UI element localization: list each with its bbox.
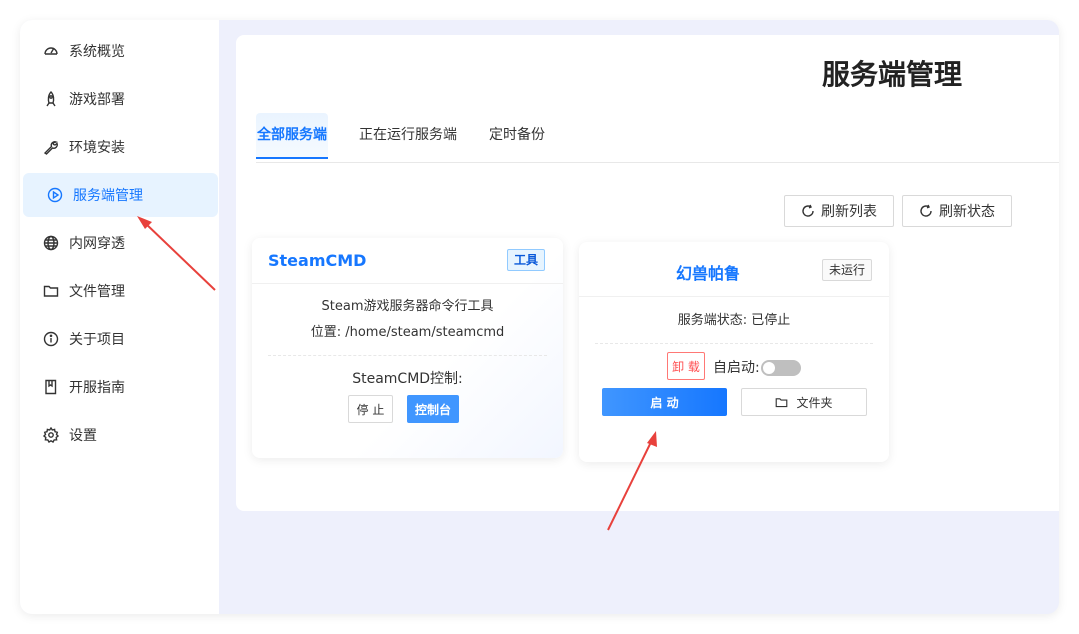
folder-button[interactable]: 文件夹 bbox=[741, 388, 867, 416]
control-label: SteamCMD控制: bbox=[352, 371, 463, 387]
card-header: SteamCMD 工具 bbox=[252, 238, 563, 284]
refresh-list-label: 刷新列表 bbox=[821, 204, 877, 220]
console-button[interactable]: 控制台 bbox=[407, 395, 459, 423]
folder-button-label: 文件夹 bbox=[796, 395, 833, 410]
gear-icon bbox=[43, 427, 59, 443]
sidebar-item-intranet[interactable]: 内网穿透 bbox=[23, 221, 218, 265]
sidebar-item-label: 系统概览 bbox=[69, 44, 125, 60]
sidebar-item-label: 服务端管理 bbox=[73, 188, 143, 204]
start-button[interactable]: 启 动 bbox=[602, 388, 727, 416]
main-panel: 服务端管理 全部服务端 正在运行服务端 定时备份 刷新列表 刷新状态 Steam… bbox=[236, 35, 1059, 511]
sidebar-item-guide[interactable]: 开服指南 bbox=[23, 365, 218, 409]
tab-scheduled-backup[interactable]: 定时备份 bbox=[489, 113, 545, 159]
sidebar-item-label: 环境安装 bbox=[69, 140, 125, 156]
refresh-status-label: 刷新状态 bbox=[939, 204, 995, 220]
server-status: 服务端状态: 已停止 bbox=[677, 313, 791, 328]
folder-icon bbox=[43, 283, 59, 299]
sidebar-item-label: 开服指南 bbox=[69, 380, 125, 396]
divider bbox=[595, 343, 873, 344]
sidebar-item-about[interactable]: 关于项目 bbox=[23, 317, 218, 361]
sidebar-item-settings[interactable]: 设置 bbox=[23, 413, 218, 457]
sidebar-item-deploy[interactable]: 游戏部署 bbox=[23, 77, 218, 121]
sidebar-item-label: 设置 bbox=[69, 428, 97, 444]
globe-icon bbox=[43, 235, 59, 251]
info-icon bbox=[43, 331, 59, 347]
card-header: 幻兽帕鲁 未运行 bbox=[579, 242, 889, 297]
autostart-label: 自启动: bbox=[713, 360, 760, 376]
uninstall-button[interactable]: 卸 载 bbox=[667, 352, 705, 380]
install-location: 位置: /home/steam/steamcmd bbox=[310, 325, 505, 340]
dashboard-icon bbox=[43, 43, 59, 59]
steamcmd-card: SteamCMD 工具 Steam游戏服务器命令行工具 位置: /home/st… bbox=[252, 238, 563, 458]
refresh-icon bbox=[802, 204, 814, 217]
wrench-icon bbox=[43, 139, 59, 155]
autostart-switch[interactable] bbox=[761, 360, 801, 376]
folder-icon bbox=[776, 397, 788, 407]
sidebar-item-file-management[interactable]: 文件管理 bbox=[23, 269, 218, 313]
status-badge: 未运行 bbox=[822, 259, 873, 281]
card-title: 幻兽帕鲁 bbox=[676, 264, 741, 283]
refresh-icon bbox=[920, 204, 932, 217]
stop-button[interactable]: 停 止 bbox=[348, 395, 393, 423]
tab-running-servers[interactable]: 正在运行服务端 bbox=[359, 113, 457, 159]
book-icon bbox=[43, 379, 59, 395]
sidebar-item-label: 内网穿透 bbox=[69, 236, 125, 252]
tab-bar: 全部服务端 正在运行服务端 定时备份 bbox=[256, 113, 1059, 163]
card-description: Steam游戏服务器命令行工具 bbox=[321, 299, 494, 314]
refresh-status-button[interactable]: 刷新状态 bbox=[902, 195, 1012, 227]
refresh-list-button[interactable]: 刷新列表 bbox=[784, 195, 894, 227]
sidebar-item-label: 关于项目 bbox=[69, 332, 125, 348]
rocket-icon bbox=[43, 91, 59, 107]
sidebar-item-env-install[interactable]: 环境安装 bbox=[23, 125, 218, 169]
tab-all-servers[interactable]: 全部服务端 bbox=[256, 113, 328, 159]
sidebar: 系统概览 游戏部署 环境安装 服务端管理 内网穿透 文件管理 关于项目 开服指南… bbox=[20, 20, 219, 614]
play-circle-icon bbox=[47, 187, 63, 203]
app-window: 系统概览 游戏部署 环境安装 服务端管理 内网穿透 文件管理 关于项目 开服指南… bbox=[20, 20, 1059, 614]
card-title: SteamCMD bbox=[268, 251, 367, 270]
sidebar-item-label: 文件管理 bbox=[69, 284, 125, 300]
tool-tag: 工具 bbox=[507, 249, 546, 271]
page-title: 服务端管理 bbox=[822, 58, 963, 91]
sidebar-item-overview[interactable]: 系统概览 bbox=[23, 29, 218, 73]
sidebar-item-label: 游戏部署 bbox=[69, 92, 125, 108]
sidebar-item-server-management[interactable]: 服务端管理 bbox=[23, 173, 218, 217]
palworld-server-card: 幻兽帕鲁 未运行 服务端状态: 已停止 卸 载 自启动: 启 动 文件夹 bbox=[579, 242, 889, 462]
divider bbox=[268, 355, 547, 356]
